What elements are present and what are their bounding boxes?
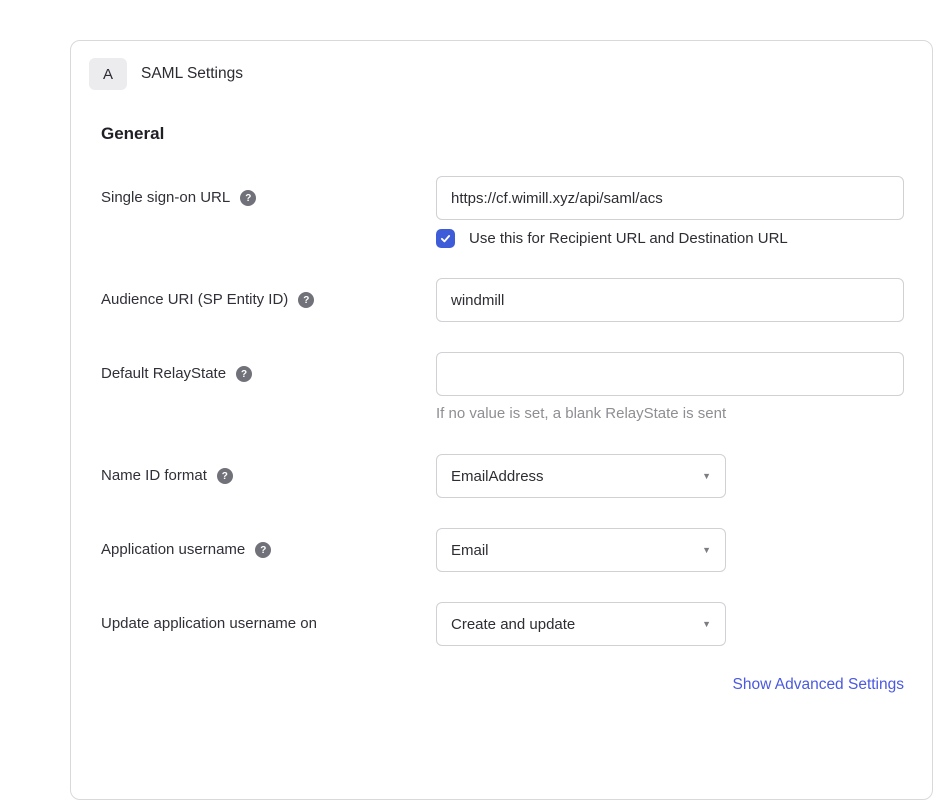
field-row-application-username: Application username ? Email ▼	[101, 528, 902, 572]
audience-uri-label: Audience URI (SP Entity ID)	[101, 290, 288, 310]
name-id-format-selected-value: EmailAddress	[451, 468, 544, 485]
recipient-url-checkbox[interactable]	[436, 229, 455, 248]
field-row-name-id-format: Name ID format ? EmailAddress ▼	[101, 454, 902, 498]
saml-settings-card: A SAML Settings General Single sign-on U…	[70, 40, 933, 800]
update-app-username-label: Update application username on	[101, 614, 317, 634]
field-row-default-relaystate: Default RelayState ? If no value is set,…	[101, 352, 902, 424]
help-icon[interactable]: ?	[217, 468, 233, 484]
card-header: A SAML Settings	[89, 58, 902, 90]
advanced-settings-row: Show Advanced Settings	[101, 676, 904, 694]
recipient-url-checkbox-label[interactable]: Use this for Recipient URL and Destinati…	[469, 230, 788, 247]
card-title: SAML Settings	[141, 65, 243, 83]
chevron-down-icon: ▼	[702, 620, 711, 629]
relaystate-hint: If no value is set, a blank RelayState i…	[436, 404, 904, 424]
section-heading-general: General	[101, 124, 902, 144]
update-app-username-selected-value: Create and update	[451, 616, 575, 633]
application-username-selected-value: Email	[451, 542, 489, 559]
application-username-label: Application username	[101, 540, 245, 560]
chevron-down-icon: ▼	[702, 472, 711, 481]
field-row-update-app-username: Update application username on Create an…	[101, 602, 902, 646]
sso-url-input[interactable]	[436, 176, 904, 220]
help-icon[interactable]: ?	[240, 190, 256, 206]
name-id-format-select[interactable]: EmailAddress ▼	[436, 454, 726, 498]
name-id-format-label: Name ID format	[101, 466, 207, 486]
help-icon[interactable]: ?	[298, 292, 314, 308]
recipient-url-checkbox-row: Use this for Recipient URL and Destinati…	[436, 229, 904, 248]
section-badge: A	[89, 58, 127, 90]
application-username-select[interactable]: Email ▼	[436, 528, 726, 572]
default-relaystate-label: Default RelayState	[101, 364, 226, 384]
chevron-down-icon: ▼	[702, 546, 711, 555]
field-row-audience-uri: Audience URI (SP Entity ID) ?	[101, 278, 902, 322]
audience-uri-input[interactable]	[436, 278, 904, 322]
field-row-single-sign-on-url: Single sign-on URL ? Use this for Recipi…	[101, 176, 902, 248]
checkmark-icon	[439, 232, 452, 245]
default-relaystate-input[interactable]	[436, 352, 904, 396]
show-advanced-settings-link[interactable]: Show Advanced Settings	[733, 676, 904, 693]
update-app-username-select[interactable]: Create and update ▼	[436, 602, 726, 646]
sso-url-label: Single sign-on URL	[101, 188, 230, 208]
help-icon[interactable]: ?	[236, 366, 252, 382]
help-icon[interactable]: ?	[255, 542, 271, 558]
